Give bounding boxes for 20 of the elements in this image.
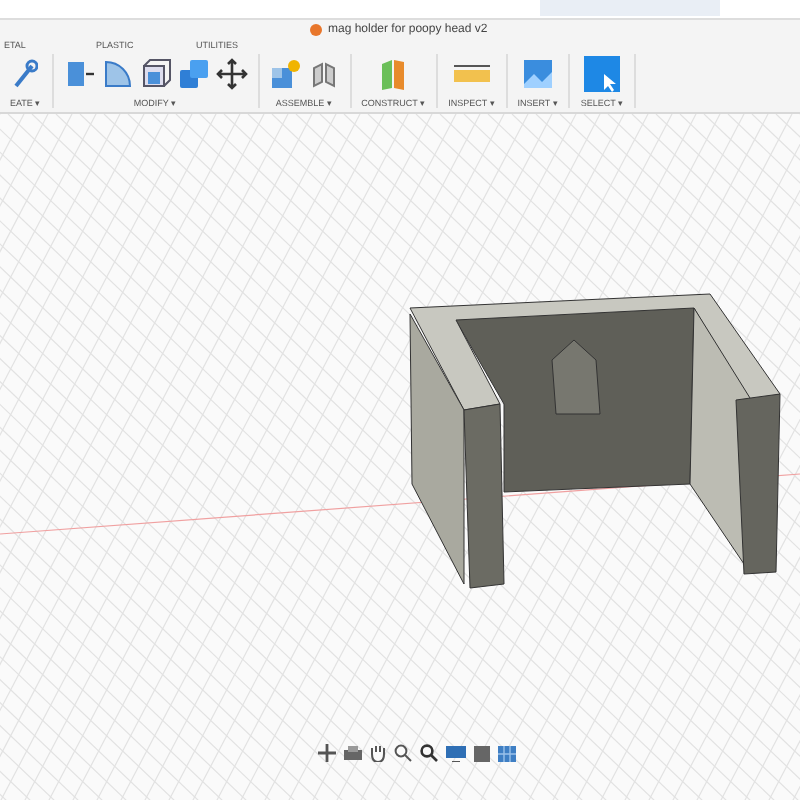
fillet-icon[interactable] (101, 58, 134, 90)
measure-icon[interactable] (451, 62, 492, 86)
hand-icon[interactable] (370, 744, 386, 762)
sketch-tool-icon[interactable] (13, 58, 38, 90)
printer-icon[interactable] (344, 745, 362, 761)
move-icon[interactable] (215, 58, 248, 90)
press-pull-icon[interactable] (63, 58, 96, 90)
cross-arrows-icon[interactable] (318, 744, 336, 762)
zoom-icon[interactable] (394, 744, 412, 762)
select-icon[interactable] (584, 56, 621, 92)
square-icon[interactable] (474, 745, 490, 761)
grid-icon[interactable] (498, 745, 516, 761)
image-icon[interactable] (522, 58, 555, 90)
file-icon (310, 24, 322, 36)
magnifier-icon[interactable] (420, 744, 438, 762)
shell-icon[interactable] (139, 58, 172, 90)
grid-viewport[interactable] (0, 114, 800, 800)
new-component-icon[interactable] (269, 58, 302, 90)
combine-icon[interactable] (177, 58, 210, 90)
monitor-icon[interactable] (446, 745, 466, 761)
